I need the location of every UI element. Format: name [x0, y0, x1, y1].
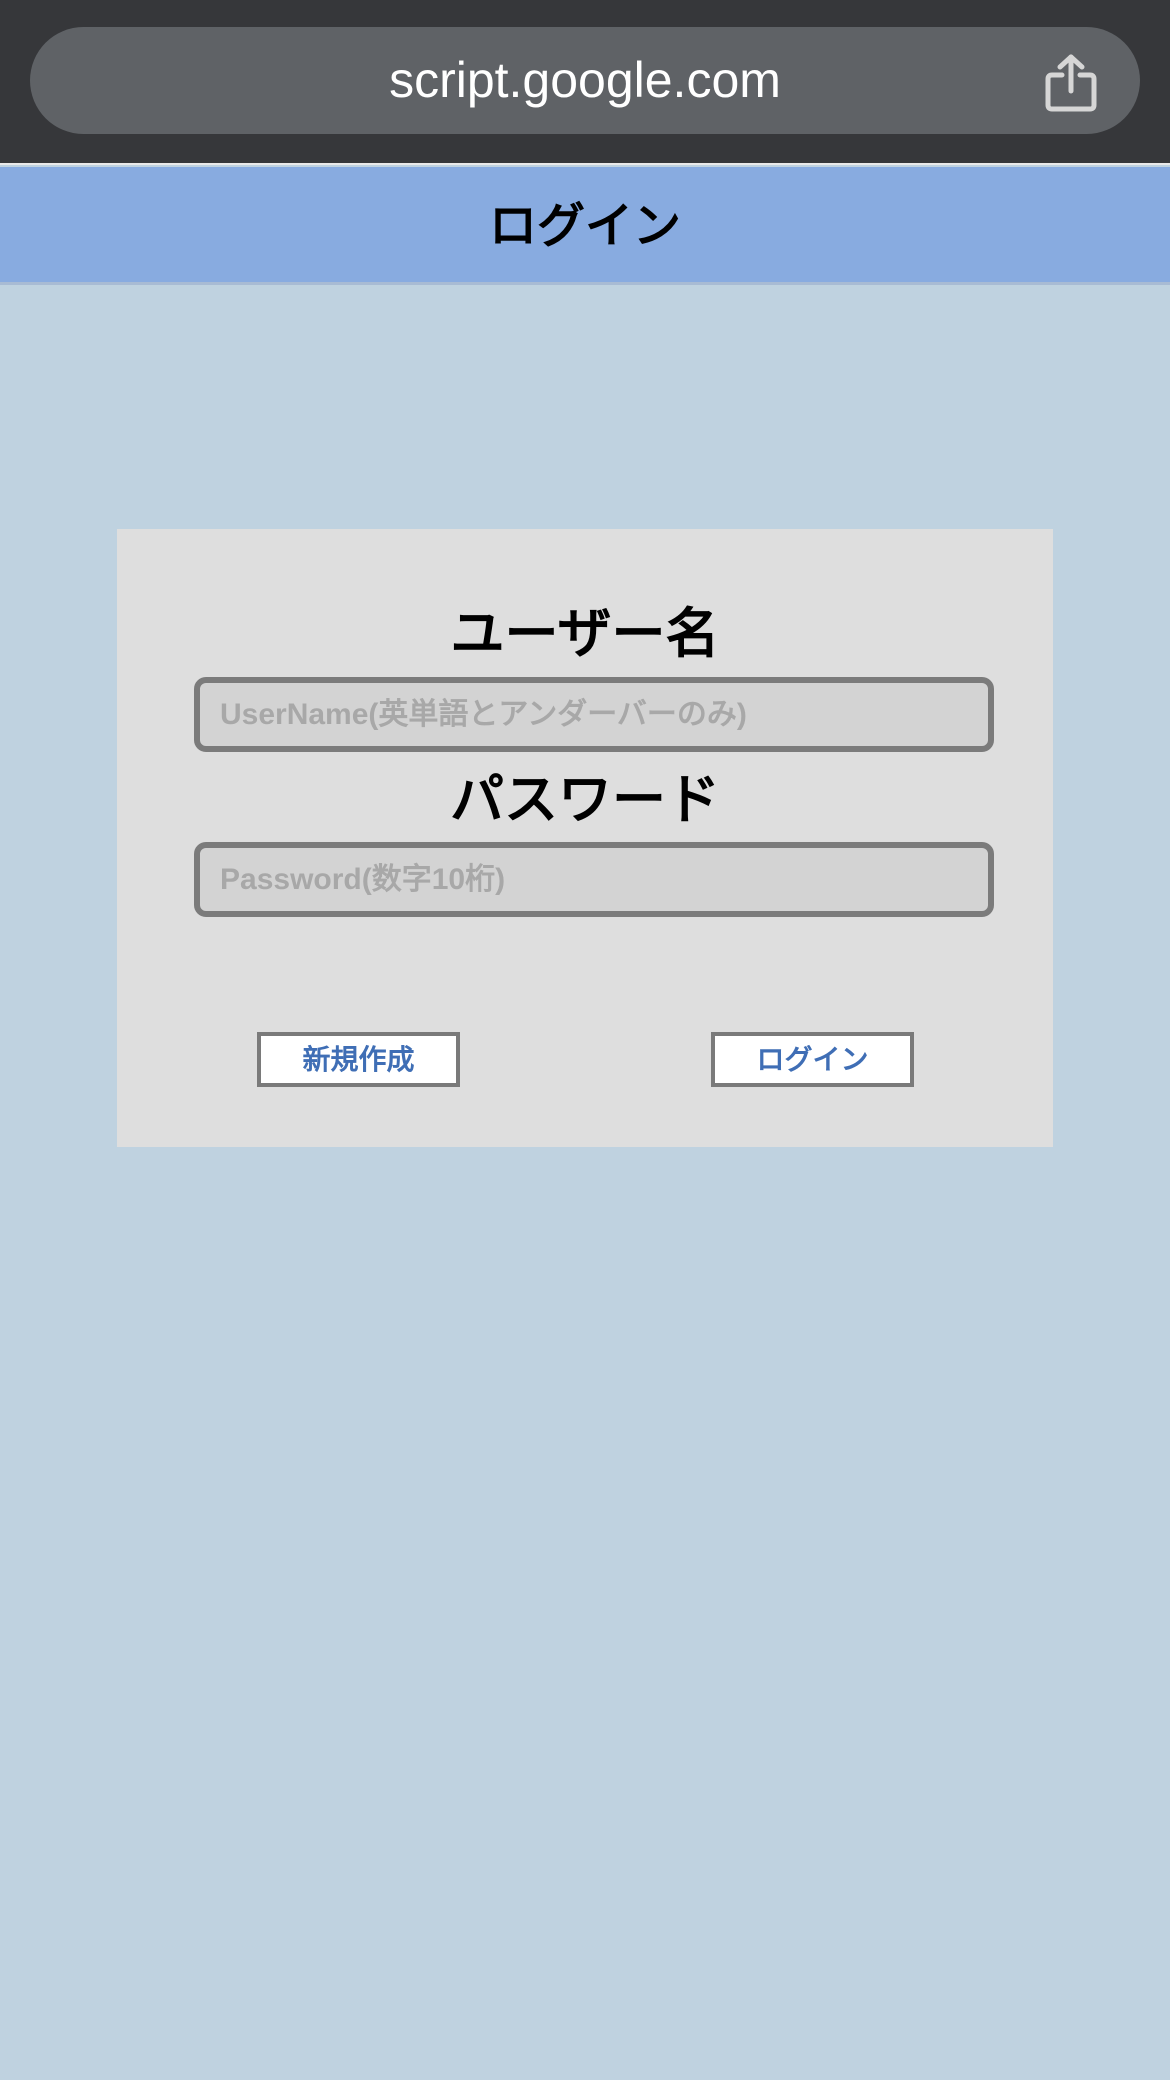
page-title: ログイン: [488, 198, 681, 254]
new-account-button[interactable]: 新規作成: [257, 1032, 460, 1087]
login-card: ユーザー名 パスワード 新規作成 ログイン: [117, 529, 1053, 1147]
share-icon[interactable]: [1042, 53, 1100, 113]
app-header: ログイン: [0, 167, 1170, 285]
username-label: ユーザー名: [450, 601, 720, 665]
url-text: script.google.com: [389, 52, 781, 108]
login-button[interactable]: ログイン: [711, 1032, 914, 1087]
address-bar[interactable]: script.google.com: [30, 27, 1140, 134]
username-input[interactable]: [194, 677, 994, 752]
password-input[interactable]: [194, 842, 994, 917]
browser-toolbar: script.google.com: [0, 0, 1170, 165]
password-label: パスワード: [450, 767, 720, 831]
